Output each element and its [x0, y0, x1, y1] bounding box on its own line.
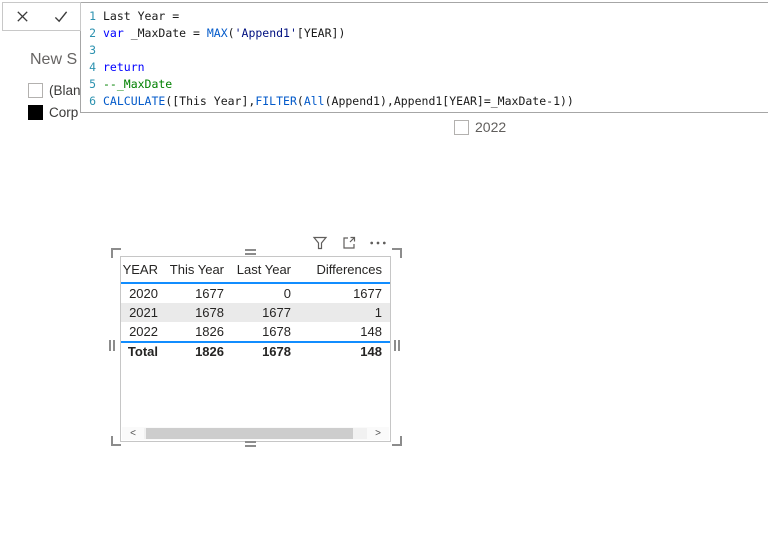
table-cell[interactable]: 1677	[299, 286, 390, 301]
column-header[interactable]: This Year	[166, 262, 232, 277]
table-cell[interactable]: 1678	[166, 305, 232, 320]
code-line[interactable]: 5 --_MaxDate	[81, 76, 768, 93]
scrollbar-thumb[interactable]	[146, 428, 354, 439]
slicer-item[interactable]: 2022	[454, 116, 506, 138]
code-text: CALCULATE([This Year],FILTER(All(Append1…	[103, 94, 574, 108]
line-number: 4	[89, 60, 96, 74]
column-header[interactable]: YEAR	[121, 262, 166, 277]
more-options-icon[interactable]	[369, 234, 387, 252]
visual-header-icons	[311, 234, 387, 252]
line-number: 5	[89, 77, 96, 91]
total-cell: 1678	[262, 344, 291, 359]
horizontal-scrollbar[interactable]: < >	[122, 427, 389, 440]
code-line[interactable]: 1 Last Year =	[81, 8, 768, 25]
code-line[interactable]: 2 var _MaxDate = MAX('Append1'[YEAR])	[81, 25, 768, 42]
resize-handle-bottom-right[interactable]	[392, 436, 402, 446]
code-text: Last Year =	[103, 9, 180, 23]
code-line-list: 1 Last Year = 2 var _MaxDate = MAX('Append1…	[81, 8, 768, 110]
table-total-row: Total 1826 1678 148	[121, 341, 390, 360]
slicer-item-label[interactable]: 2022	[475, 119, 506, 135]
resize-handle-top-left[interactable]	[111, 248, 121, 258]
code-line[interactable]: 4 return	[81, 59, 768, 76]
checkbox-checked-icon[interactable]	[28, 104, 43, 120]
table-cell[interactable]: 2020	[121, 286, 166, 301]
table-cell[interactable]: 2022	[121, 324, 166, 339]
checkbox-unchecked-icon[interactable]	[28, 82, 43, 98]
table-cell[interactable]: 1677	[232, 305, 299, 320]
table-cell[interactable]: 1826	[166, 324, 232, 339]
scrollbar-track[interactable]	[144, 428, 367, 439]
resize-handle-bottom-left[interactable]	[111, 436, 121, 446]
total-cell: 1826	[195, 344, 224, 359]
code-text: return	[103, 60, 145, 74]
table-cell[interactable]: 1678	[232, 324, 299, 339]
table-row[interactable]: 2022 1826 1678 148	[121, 322, 390, 341]
line-number: 1	[89, 9, 96, 23]
table-cell[interactable]: 2021	[121, 305, 166, 320]
table-cell[interactable]: 1677	[166, 286, 232, 301]
table-header-row: YEAR This Year Last Year Differences	[121, 257, 390, 284]
slicer-item[interactable]: (Blan	[28, 79, 81, 101]
focus-mode-icon[interactable]	[340, 234, 358, 252]
code-line[interactable]: 6 CALCULATE([This Year],FILTER(All(Append…	[81, 93, 768, 110]
line-number: 2	[89, 26, 96, 40]
table-visual[interactable]: YEAR This Year Last Year Differences 2020 16…	[120, 256, 391, 442]
code-text: --_MaxDate	[103, 77, 173, 91]
resize-handle-top-center[interactable]	[245, 249, 256, 255]
code-text: var _MaxDate = MAX('Append1'[YEAR])	[103, 26, 346, 40]
table-body: 2020 1677 0 1677 2021 1678 1677 1 2022 1826 1678 14…	[121, 284, 390, 341]
slicer-item-list: (Blan Corp	[28, 79, 81, 123]
line-number: 3	[89, 43, 96, 57]
total-cell: Total	[127, 344, 158, 359]
table-row[interactable]: 2020 1677 0 1677	[121, 284, 390, 303]
scroll-right-arrow-icon[interactable]: >	[367, 427, 389, 440]
total-cell: 148	[360, 344, 382, 359]
filter-icon[interactable]	[311, 234, 329, 252]
table-cell[interactable]: 148	[299, 324, 390, 339]
resize-handle-middle-left[interactable]	[109, 340, 115, 351]
cancel-formula-button[interactable]	[10, 5, 34, 29]
resize-handle-bottom-center[interactable]	[245, 441, 256, 447]
slicer-item-label[interactable]: Corp	[49, 105, 78, 120]
resize-handle-top-right[interactable]	[392, 248, 402, 258]
table-cell[interactable]: 1	[299, 305, 390, 320]
commit-formula-button[interactable]	[49, 5, 73, 29]
line-number: 6	[89, 94, 96, 108]
slicer-title: New S	[30, 51, 78, 68]
column-header[interactable]: Last Year	[232, 262, 299, 277]
resize-handle-middle-right[interactable]	[394, 340, 400, 351]
year-slicer: 2022	[454, 116, 506, 138]
code-line[interactable]: 3	[81, 42, 768, 59]
dax-formula-editor[interactable]: 1 Last Year = 2 var _MaxDate = MAX('Append1…	[80, 2, 768, 113]
report-canvas: New S (Blan Corp 2022 YEAR This Year Las…	[0, 0, 768, 552]
scroll-left-arrow-icon[interactable]: <	[122, 427, 144, 440]
slicer-item-label[interactable]: (Blan	[49, 83, 81, 98]
column-header[interactable]: Differences	[299, 262, 390, 277]
checkbox-unchecked-icon[interactable]	[454, 119, 469, 135]
table-cell[interactable]: 0	[232, 286, 299, 301]
slicer-item[interactable]: Corp	[28, 101, 81, 123]
formula-bar-buttons	[2, 2, 81, 31]
table-row[interactable]: 2021 1678 1677 1	[121, 303, 390, 322]
